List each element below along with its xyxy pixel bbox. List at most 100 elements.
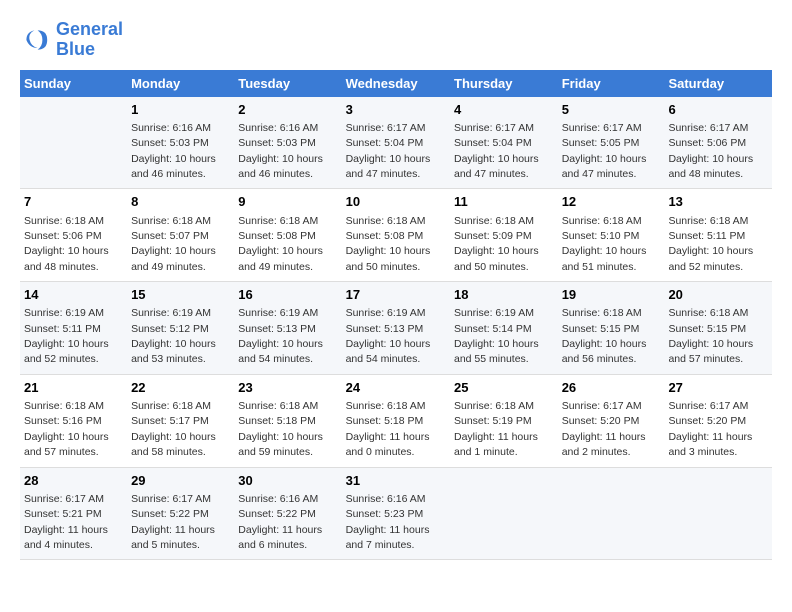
calendar-cell: 10 Sunrise: 6:18 AM Sunset: 5:08 PM Dayli…: [342, 189, 450, 282]
day-number: 16: [238, 286, 337, 304]
calendar-table: SundayMondayTuesdayWednesdayThursdayFrid…: [20, 70, 772, 561]
day-info: Sunrise: 6:18 AM Sunset: 5:16 PM Dayligh…: [24, 400, 109, 458]
column-header-friday: Friday: [558, 70, 665, 97]
logo-icon: [20, 24, 52, 56]
day-number: 9: [238, 193, 337, 211]
calendar-cell: 31 Sunrise: 6:16 AM Sunset: 5:23 PM Dayli…: [342, 467, 450, 560]
calendar-cell: 8Sunrise: 6:18 AM Sunset: 5:07 PM Daylig…: [127, 189, 234, 282]
calendar-cell: 15 Sunrise: 6:19 AM Sunset: 5:12 PM Dayli…: [127, 282, 234, 375]
day-info: Sunrise: 6:18 AM Sunset: 5:18 PM Dayligh…: [238, 400, 323, 458]
calendar-cell: 30 Sunrise: 6:16 AM Sunset: 5:22 PM Dayli…: [234, 467, 341, 560]
day-number: 22: [131, 379, 230, 397]
day-number: 3: [346, 101, 446, 119]
column-header-saturday: Saturday: [664, 70, 772, 97]
day-number: 24: [346, 379, 446, 397]
calendar-cell: 4 Sunrise: 6:17 AM Sunset: 5:04 PM Daylig…: [450, 97, 558, 189]
calendar-cell: 12 Sunrise: 6:18 AM Sunset: 5:10 PM Dayli…: [558, 189, 665, 282]
day-number: 17: [346, 286, 446, 304]
day-number: 23: [238, 379, 337, 397]
day-number: 6: [668, 101, 768, 119]
day-info: Sunrise: 6:18 AM Sunset: 5:15 PM Dayligh…: [562, 307, 647, 365]
week-row-1: 1Sunrise: 6:16 AM Sunset: 5:03 PM Daylig…: [20, 97, 772, 189]
day-number: 5: [562, 101, 661, 119]
calendar-cell: 6 Sunrise: 6:17 AM Sunset: 5:06 PM Daylig…: [664, 97, 772, 189]
day-number: 27: [668, 379, 768, 397]
day-number: 10: [346, 193, 446, 211]
day-info: Sunrise: 6:17 AM Sunset: 5:06 PM Dayligh…: [668, 122, 753, 180]
calendar-cell: 5 Sunrise: 6:17 AM Sunset: 5:05 PM Daylig…: [558, 97, 665, 189]
calendar-cell: [558, 467, 665, 560]
column-header-monday: Monday: [127, 70, 234, 97]
calendar-cell: 14Sunrise: 6:19 AM Sunset: 5:11 PM Dayli…: [20, 282, 127, 375]
day-info: Sunrise: 6:19 AM Sunset: 5:13 PM Dayligh…: [346, 307, 431, 365]
calendar-cell: 1Sunrise: 6:16 AM Sunset: 5:03 PM Daylig…: [127, 97, 234, 189]
calendar-cell: 13Sunrise: 6:18 AM Sunset: 5:11 PM Dayli…: [664, 189, 772, 282]
column-header-tuesday: Tuesday: [234, 70, 341, 97]
day-info: Sunrise: 6:18 AM Sunset: 5:11 PM Dayligh…: [668, 215, 753, 273]
day-number: 20: [668, 286, 768, 304]
calendar-cell: 26Sunrise: 6:17 AM Sunset: 5:20 PM Dayli…: [558, 374, 665, 467]
day-number: 7: [24, 193, 123, 211]
calendar-cell: [20, 97, 127, 189]
week-row-3: 14Sunrise: 6:19 AM Sunset: 5:11 PM Dayli…: [20, 282, 772, 375]
week-row-4: 21 Sunrise: 6:18 AM Sunset: 5:16 PM Dayli…: [20, 374, 772, 467]
day-number: 19: [562, 286, 661, 304]
day-number: 29: [131, 472, 230, 490]
day-number: 4: [454, 101, 554, 119]
day-info: Sunrise: 6:18 AM Sunset: 5:07 PM Dayligh…: [131, 215, 216, 273]
day-info: Sunrise: 6:17 AM Sunset: 5:22 PM Dayligh…: [131, 493, 215, 551]
day-info: Sunrise: 6:17 AM Sunset: 5:21 PM Dayligh…: [24, 493, 108, 551]
calendar-cell: 18Sunrise: 6:19 AM Sunset: 5:14 PM Dayli…: [450, 282, 558, 375]
day-number: 2: [238, 101, 337, 119]
day-info: Sunrise: 6:19 AM Sunset: 5:13 PM Dayligh…: [238, 307, 323, 365]
day-info: Sunrise: 6:17 AM Sunset: 5:20 PM Dayligh…: [668, 400, 752, 458]
logo-text: General Blue: [56, 20, 123, 60]
day-info: Sunrise: 6:16 AM Sunset: 5:03 PM Dayligh…: [131, 122, 216, 180]
day-number: 30: [238, 472, 337, 490]
day-info: Sunrise: 6:17 AM Sunset: 5:04 PM Dayligh…: [454, 122, 539, 180]
day-info: Sunrise: 6:16 AM Sunset: 5:22 PM Dayligh…: [238, 493, 322, 551]
day-number: 31: [346, 472, 446, 490]
logo: General Blue: [20, 20, 123, 60]
day-number: 28: [24, 472, 123, 490]
calendar-cell: 23 Sunrise: 6:18 AM Sunset: 5:18 PM Dayli…: [234, 374, 341, 467]
calendar-cell: 19 Sunrise: 6:18 AM Sunset: 5:15 PM Dayli…: [558, 282, 665, 375]
day-number: 11: [454, 193, 554, 211]
column-header-sunday: Sunday: [20, 70, 127, 97]
day-number: 26: [562, 379, 661, 397]
calendar-cell: 29 Sunrise: 6:17 AM Sunset: 5:22 PM Dayli…: [127, 467, 234, 560]
day-info: Sunrise: 6:17 AM Sunset: 5:04 PM Dayligh…: [346, 122, 431, 180]
day-info: Sunrise: 6:17 AM Sunset: 5:05 PM Dayligh…: [562, 122, 647, 180]
calendar-cell: 27 Sunrise: 6:17 AM Sunset: 5:20 PM Dayli…: [664, 374, 772, 467]
calendar-cell: 9 Sunrise: 6:18 AM Sunset: 5:08 PM Daylig…: [234, 189, 341, 282]
calendar-cell: 22 Sunrise: 6:18 AM Sunset: 5:17 PM Dayli…: [127, 374, 234, 467]
calendar-cell: 11 Sunrise: 6:18 AM Sunset: 5:09 PM Dayli…: [450, 189, 558, 282]
day-info: Sunrise: 6:18 AM Sunset: 5:10 PM Dayligh…: [562, 215, 647, 273]
calendar-cell: 21 Sunrise: 6:18 AM Sunset: 5:16 PM Dayli…: [20, 374, 127, 467]
day-number: 25: [454, 379, 554, 397]
calendar-cell: [664, 467, 772, 560]
calendar-cell: 28 Sunrise: 6:17 AM Sunset: 5:21 PM Dayli…: [20, 467, 127, 560]
day-info: Sunrise: 6:19 AM Sunset: 5:12 PM Dayligh…: [131, 307, 216, 365]
column-header-wednesday: Wednesday: [342, 70, 450, 97]
header: General Blue: [20, 20, 772, 60]
day-info: Sunrise: 6:18 AM Sunset: 5:19 PM Dayligh…: [454, 400, 538, 458]
day-info: Sunrise: 6:18 AM Sunset: 5:08 PM Dayligh…: [238, 215, 323, 273]
day-info: Sunrise: 6:18 AM Sunset: 5:08 PM Dayligh…: [346, 215, 431, 273]
day-info: Sunrise: 6:19 AM Sunset: 5:14 PM Dayligh…: [454, 307, 539, 365]
day-number: 12: [562, 193, 661, 211]
calendar-cell: 20 Sunrise: 6:18 AM Sunset: 5:15 PM Dayli…: [664, 282, 772, 375]
day-info: Sunrise: 6:18 AM Sunset: 5:17 PM Dayligh…: [131, 400, 216, 458]
column-header-thursday: Thursday: [450, 70, 558, 97]
column-headers: SundayMondayTuesdayWednesdayThursdayFrid…: [20, 70, 772, 97]
day-info: Sunrise: 6:16 AM Sunset: 5:23 PM Dayligh…: [346, 493, 430, 551]
day-info: Sunrise: 6:18 AM Sunset: 5:09 PM Dayligh…: [454, 215, 539, 273]
calendar-cell: 2Sunrise: 6:16 AM Sunset: 5:03 PM Daylig…: [234, 97, 341, 189]
calendar-cell: 16 Sunrise: 6:19 AM Sunset: 5:13 PM Dayli…: [234, 282, 341, 375]
day-info: Sunrise: 6:18 AM Sunset: 5:15 PM Dayligh…: [668, 307, 753, 365]
calendar-cell: [450, 467, 558, 560]
calendar-cell: 24 Sunrise: 6:18 AM Sunset: 5:18 PM Dayli…: [342, 374, 450, 467]
day-number: 21: [24, 379, 123, 397]
day-number: 15: [131, 286, 230, 304]
day-info: Sunrise: 6:18 AM Sunset: 5:18 PM Dayligh…: [346, 400, 430, 458]
